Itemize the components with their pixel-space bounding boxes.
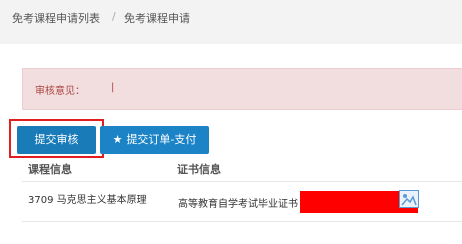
review-comment-alert: 审核意见： | bbox=[22, 68, 462, 110]
image-icon[interactable] bbox=[399, 190, 419, 208]
breadcrumb-link-application-list[interactable]: 免考课程申请列表 bbox=[12, 10, 100, 26]
column-header-course: 课程信息 bbox=[28, 163, 72, 176]
breadcrumb: 免考课程申请列表 / 免考课程申请 bbox=[0, 0, 462, 34]
review-comment-label: 审核意见： bbox=[35, 86, 85, 97]
certificate-cell: 高等教育自学考试毕业证书 bbox=[178, 199, 298, 210]
course-cell: 3709 马克思主义基本原理 bbox=[28, 195, 147, 206]
breadcrumb-current: 免考课程申请 bbox=[124, 12, 190, 25]
submit-order-pay-label: 提交订单-支付 bbox=[126, 133, 197, 146]
column-header-certificate: 证书信息 bbox=[177, 163, 221, 176]
submit-order-pay-button[interactable]: ★ 提交订单-支付 bbox=[100, 126, 209, 154]
table-header: 课程信息 证书信息 bbox=[22, 158, 462, 182]
star-icon: ★ bbox=[112, 133, 123, 146]
table-row: 3709 马克思主义基本原理 高等教育自学考试毕业证书 bbox=[22, 182, 462, 222]
submit-review-button[interactable]: 提交审核 bbox=[17, 126, 96, 154]
breadcrumb-separator: / bbox=[112, 10, 116, 23]
review-comment-value: | bbox=[111, 82, 115, 93]
